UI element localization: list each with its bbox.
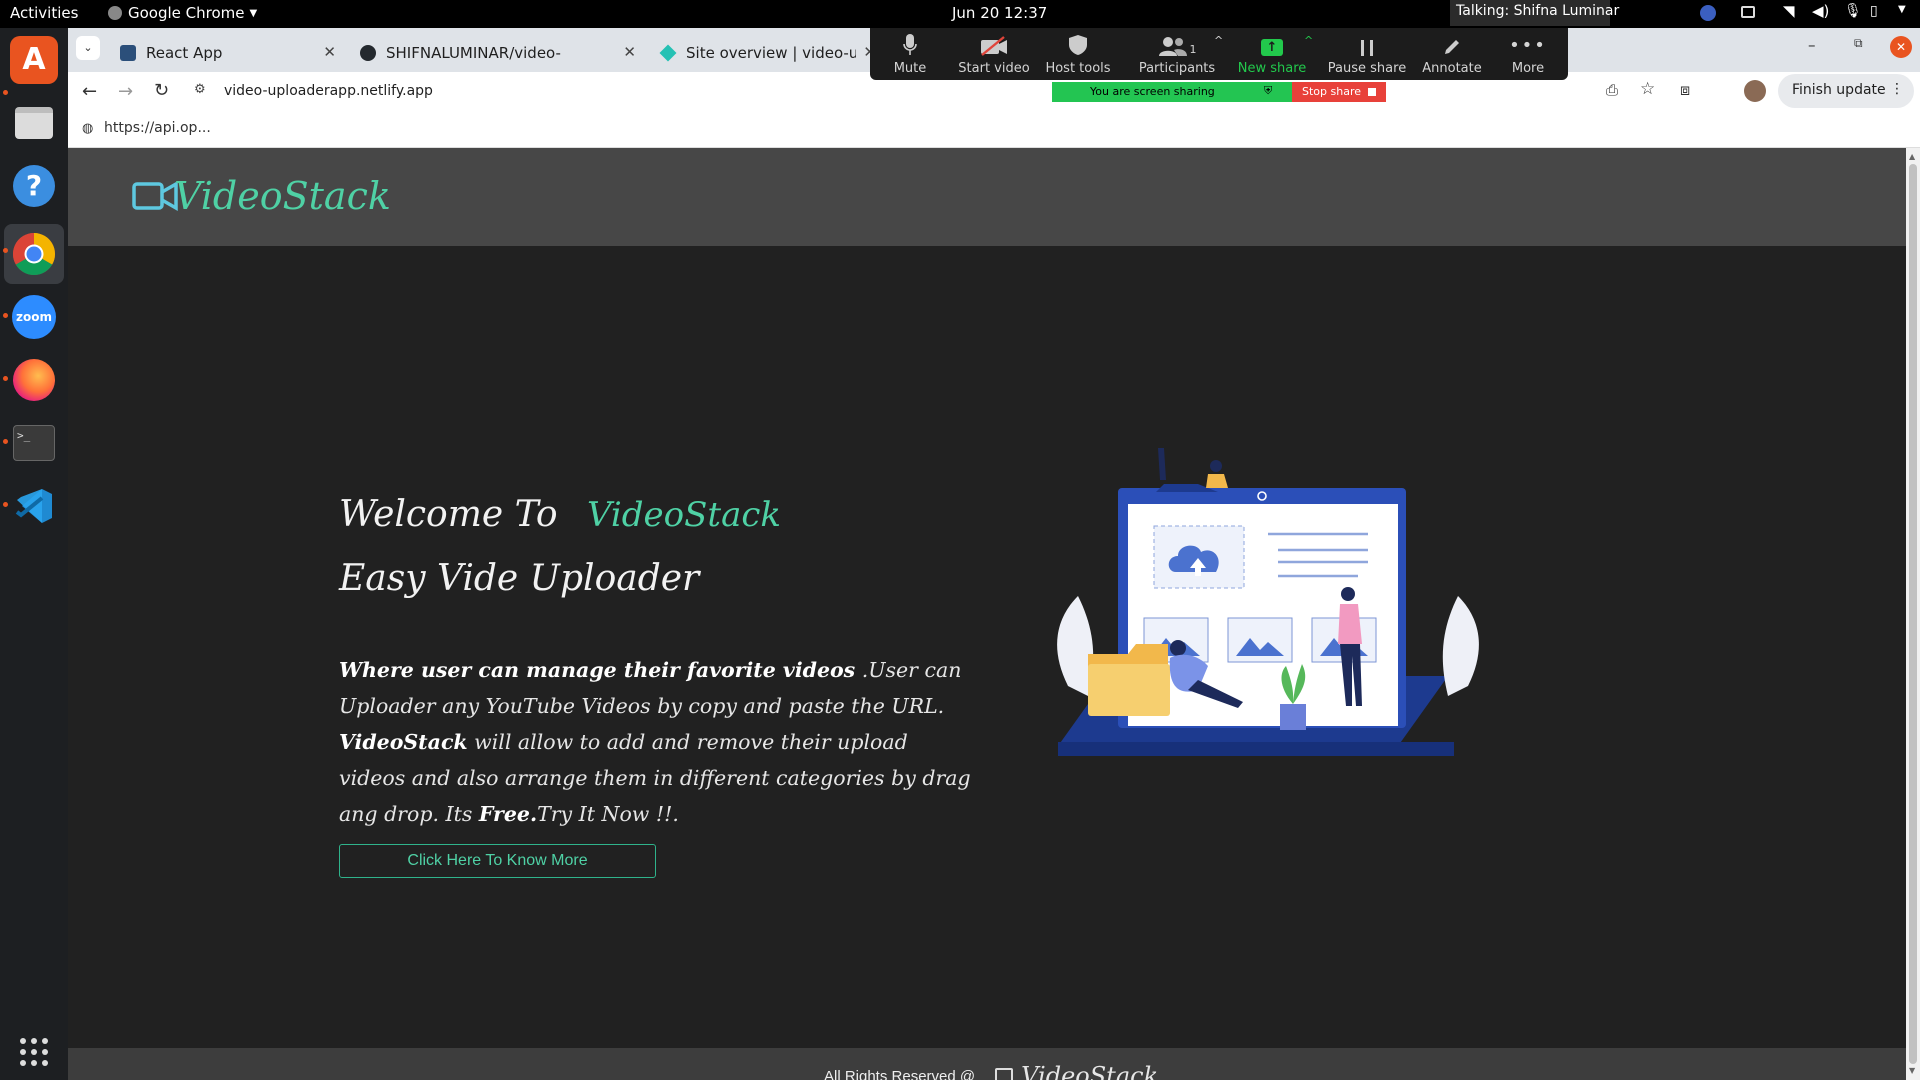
microphone-icon[interactable]: 🎙︎: [1844, 3, 1862, 19]
more-button[interactable]: ••• More: [1488, 32, 1568, 76]
wifi-icon[interactable]: ◥: [1783, 2, 1795, 20]
github-favicon-icon: [360, 45, 376, 61]
bookmark-item[interactable]: https://api.op...: [104, 120, 211, 136]
finish-update-button[interactable]: Finish update ⋮: [1778, 74, 1914, 108]
zoom-share-toolbar: Mute Start video Host tools 1 Participan…: [870, 28, 1568, 80]
site-info-icon[interactable]: ⚙: [194, 82, 206, 97]
kebab-menu-icon: ⋮: [1890, 81, 1904, 97]
hero-description: Where user can manage their favorite vid…: [339, 658, 971, 826]
tab-search-chevron-icon[interactable]: ⌄: [76, 36, 100, 60]
zoom-app-icon[interactable]: zoom: [10, 293, 58, 341]
app-menu[interactable]: Google Chrome ▼: [108, 4, 257, 22]
upload-illustration: [1057, 448, 1479, 756]
close-tab-icon[interactable]: ✕: [623, 43, 636, 61]
chrome-icon[interactable]: [4, 224, 64, 284]
zoom-talking-indicator: Talking: Shifna Luminar: [1450, 0, 1619, 26]
video-off-icon: [954, 32, 1034, 56]
system-top-bar: Activities Google Chrome ▼ Jun 20 12:37 …: [0, 0, 1920, 28]
tab-netlify[interactable]: Site overview | video-upl ✕: [646, 34, 886, 72]
pencil-icon: [1412, 32, 1492, 56]
clock[interactable]: Jun 20 12:37: [952, 4, 1047, 22]
system-menu-caret-icon[interactable]: ▼: [1898, 4, 1906, 15]
participants-caret-icon[interactable]: ^: [1214, 34, 1223, 47]
react-favicon-icon: [120, 45, 136, 61]
reload-icon[interactable]: ↻: [154, 80, 169, 101]
pause-icon: [1322, 32, 1412, 56]
stop-share-button[interactable]: Stop share: [1292, 82, 1386, 102]
footer-content: All Rights Reserved @ VideoStack: [824, 1062, 1158, 1080]
start-video-button[interactable]: Start video: [954, 32, 1034, 76]
vscode-icon[interactable]: [10, 482, 58, 530]
more-dots-icon: •••: [1509, 35, 1547, 56]
back-arrow-icon[interactable]: ←: [82, 81, 97, 102]
bookmark-star-icon[interactable]: ☆: [1640, 79, 1655, 99]
pause-share-button[interactable]: Pause share: [1322, 32, 1412, 76]
scrollbar-thumb[interactable]: [1909, 164, 1917, 1064]
install-app-icon[interactable]: ⎙: [1606, 81, 1618, 99]
close-window-button[interactable]: ✕: [1890, 36, 1912, 58]
help-icon[interactable]: ?: [10, 162, 58, 210]
hero-brand: VideoStack: [586, 495, 782, 535]
scroll-up-arrow-icon[interactable]: ▲: [1909, 152, 1915, 161]
film-icon: [995, 1068, 1014, 1080]
terminal-icon[interactable]: >_: [10, 419, 58, 467]
restore-window-button[interactable]: ⧉: [1854, 36, 1863, 51]
mute-button[interactable]: Mute: [870, 32, 950, 76]
screen-sharing-banner: You are screen sharing ⛨ Stop share: [1052, 82, 1386, 102]
minimize-window-button[interactable]: –: [1808, 36, 1816, 54]
sharing-status[interactable]: You are screen sharing ⛨: [1052, 82, 1292, 102]
profile-avatar[interactable]: [1744, 80, 1766, 102]
firefox-icon[interactable]: [10, 356, 58, 404]
annotate-button[interactable]: Annotate: [1412, 32, 1492, 76]
site-logo[interactable]: VideoStack: [132, 174, 391, 218]
shield-icon: [1038, 32, 1118, 56]
extensions-icon[interactable]: ⧈: [1680, 80, 1690, 100]
globe-icon: ◍: [82, 121, 94, 136]
participants-button[interactable]: 1 Participants: [1132, 32, 1222, 76]
forward-arrow-icon[interactable]: →: [118, 81, 133, 102]
volume-icon[interactable]: ◀): [1812, 2, 1829, 20]
video-camera-icon: [132, 180, 178, 212]
scroll-down-arrow-icon[interactable]: ▼: [1909, 1066, 1915, 1075]
ubuntu-dock: A ? zoom >_: [0, 28, 68, 1080]
page-scrollbar[interactable]: ▲ ▼: [1906, 148, 1920, 1080]
netlify-favicon-icon: [659, 44, 677, 62]
stop-square-icon: [1368, 88, 1376, 96]
tab-github[interactable]: SHIFNALUMINAR/video- ✕: [346, 34, 646, 72]
zoom-tray-icon[interactable]: [1700, 5, 1716, 21]
share-caret-icon[interactable]: ^: [1304, 34, 1313, 47]
caret-down-icon: ▼: [249, 7, 258, 19]
share-screen-icon: ↑: [1232, 32, 1312, 56]
activities-button[interactable]: Activities: [10, 4, 78, 22]
hero-subtitle: Easy Vide Uploader: [339, 558, 700, 599]
battery-icon[interactable]: ▯: [1870, 3, 1878, 19]
tab-react-app[interactable]: React App ✕: [106, 34, 346, 72]
hero-title: Welcome To VideoStack: [339, 494, 782, 535]
url-text[interactable]: video-uploaderapp.netlify.app: [224, 83, 433, 99]
close-tab-icon[interactable]: ✕: [323, 43, 336, 61]
site-footer: All Rights Reserved @ VideoStack: [68, 1048, 1906, 1080]
bookmarks-bar: ◍ https://api.op...: [68, 112, 1920, 148]
show-apps-icon[interactable]: [10, 1028, 58, 1076]
ubuntu-software-icon[interactable]: A: [10, 36, 58, 84]
screen-icon[interactable]: [1741, 6, 1755, 18]
new-share-button[interactable]: ↑ New share: [1232, 32, 1312, 76]
webpage: VideoStack Welcome To VideoStack Easy Vi…: [68, 148, 1906, 1080]
microphone-icon: [870, 32, 950, 56]
chrome-small-icon: [108, 6, 122, 20]
shield-check-icon: ⛨: [1264, 84, 1273, 97]
host-tools-button[interactable]: Host tools: [1038, 32, 1118, 76]
participants-icon: 1: [1132, 32, 1222, 56]
files-icon[interactable]: [10, 99, 58, 147]
know-more-button[interactable]: Click Here To Know More: [339, 844, 656, 878]
site-header: VideoStack: [68, 148, 1906, 246]
